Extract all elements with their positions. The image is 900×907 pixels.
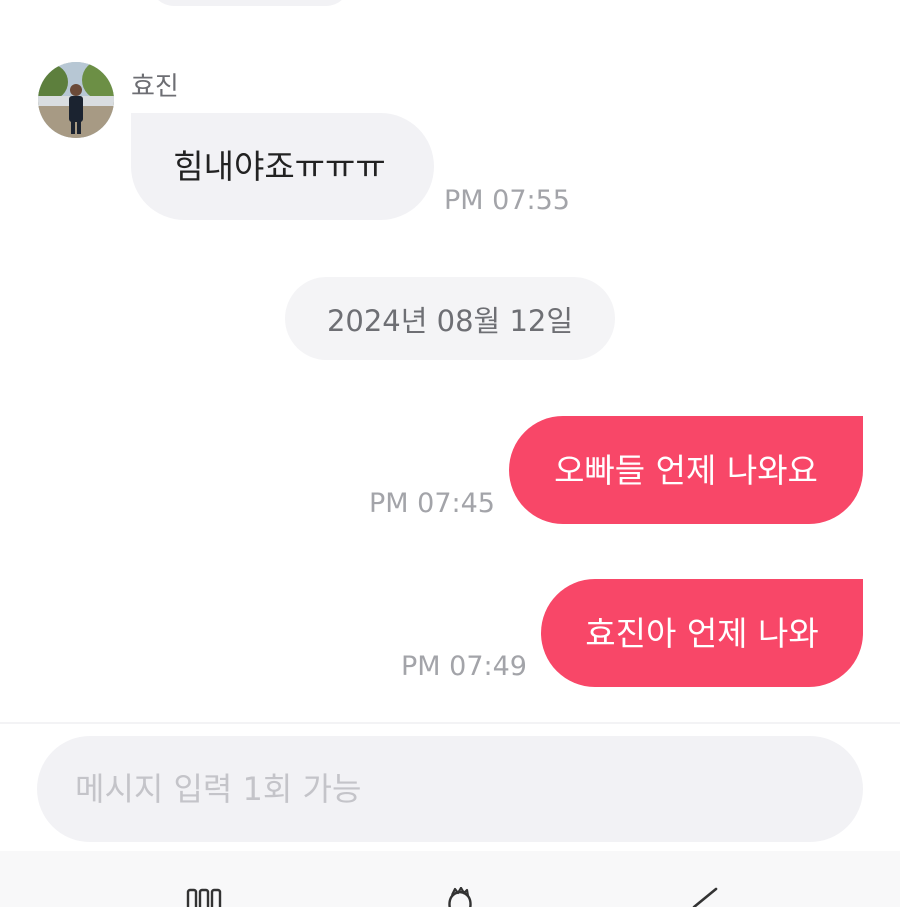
avatar[interactable] xyxy=(38,62,114,138)
incoming-message-bubble[interactable]: 힘내야죠ㅠㅠㅠ xyxy=(131,113,434,220)
outgoing-message-bubble[interactable]: 오빠들 언제 나와요 xyxy=(509,416,863,524)
avatar-photo-icon xyxy=(38,62,114,138)
chat-screen: 효진 힘내야죠ㅠㅠㅠ PM 07:55 2024년 08월 12일 PM 07:… xyxy=(0,0,900,907)
message-list[interactable]: 효진 힘내야죠ㅠㅠㅠ PM 07:55 2024년 08월 12일 PM 07:… xyxy=(0,0,900,722)
date-divider-label: 2024년 08월 12일 xyxy=(326,303,574,338)
message-text: 효진아 언제 나와 xyxy=(585,613,819,653)
recent-apps-button[interactable] xyxy=(174,887,234,907)
message-composer xyxy=(0,722,900,851)
home-icon xyxy=(448,887,472,907)
message-text: 오빠들 언제 나와요 xyxy=(554,450,818,490)
system-navigation-bar xyxy=(0,851,900,907)
message-timestamp: PM 07:49 xyxy=(401,651,527,682)
message-timestamp: PM 07:45 xyxy=(369,488,495,519)
home-button[interactable] xyxy=(430,887,490,907)
message-text: 힘내야죠ㅠㅠㅠ xyxy=(173,147,386,186)
date-divider: 2024년 08월 12일 xyxy=(285,277,615,360)
menu-icon xyxy=(186,888,222,907)
previous-message-bubble xyxy=(150,0,350,6)
message-input[interactable] xyxy=(37,736,863,842)
back-button[interactable] xyxy=(674,887,734,907)
message-timestamp: PM 07:55 xyxy=(444,185,570,216)
sender-name: 효진 xyxy=(131,72,179,102)
outgoing-message-bubble[interactable]: 효진아 언제 나와 xyxy=(541,579,863,687)
back-icon xyxy=(692,887,718,907)
